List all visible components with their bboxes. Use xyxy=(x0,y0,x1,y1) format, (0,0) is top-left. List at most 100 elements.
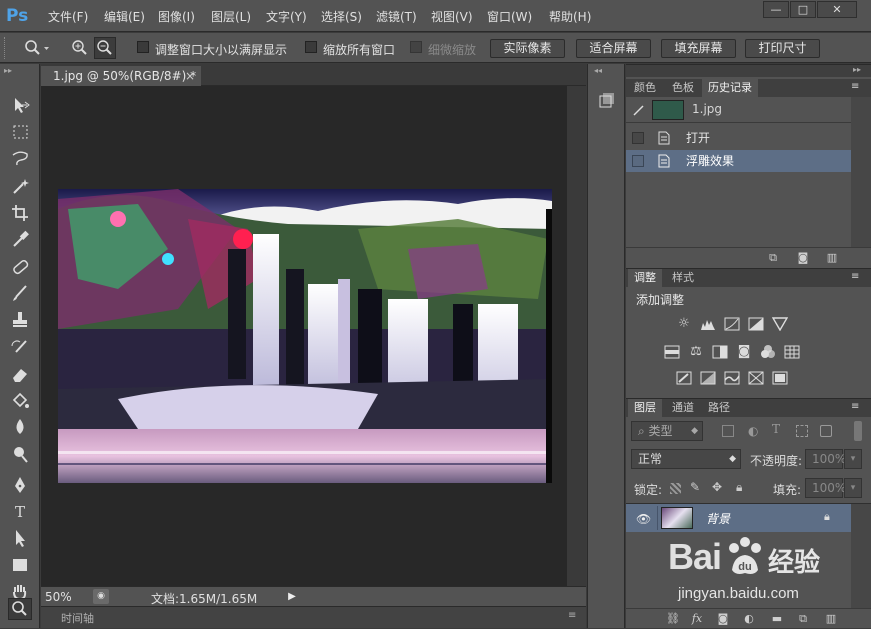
filter-smart-object-icon[interactable] xyxy=(820,425,832,437)
history-scrollbar[interactable] xyxy=(851,97,871,247)
crop-tool-icon[interactable] xyxy=(8,202,32,224)
selective-color-icon[interactable] xyxy=(772,371,788,385)
filter-type-icon[interactable]: T xyxy=(772,422,780,436)
history-item-checkbox[interactable] xyxy=(632,132,644,144)
eraser-tool-icon[interactable] xyxy=(8,363,32,385)
tab-paths[interactable]: 路径 xyxy=(702,399,736,417)
paint-bucket-tool-icon[interactable] xyxy=(8,390,32,412)
menu-type[interactable]: 文字(Y) xyxy=(266,8,307,25)
history-item-emboss[interactable]: 浮雕效果 xyxy=(626,150,851,172)
healing-brush-tool-icon[interactable] xyxy=(8,256,32,278)
layer-filter-select[interactable]: ⌕ 类型 ◆ xyxy=(631,421,703,441)
lasso-tool-icon[interactable] xyxy=(8,148,32,170)
lock-position-icon[interactable]: ✥ xyxy=(712,480,722,494)
menu-layer[interactable]: 图层(L) xyxy=(211,8,251,25)
levels-icon[interactable] xyxy=(700,317,716,331)
zoom-out-icon[interactable] xyxy=(94,37,116,59)
curves-icon[interactable] xyxy=(724,317,740,331)
menu-edit[interactable]: 编辑(E) xyxy=(104,8,145,25)
blend-mode-select[interactable]: 正常 ◆ xyxy=(631,449,741,469)
close-window-button[interactable]: ✕ xyxy=(817,1,857,18)
filter-shape-icon[interactable] xyxy=(796,425,808,437)
timeline-menu-icon[interactable]: ≡ xyxy=(568,610,576,621)
tab-color[interactable]: 颜色 xyxy=(628,79,662,97)
menu-window[interactable]: 窗口(W) xyxy=(487,8,532,25)
layer-name[interactable]: 背景 xyxy=(706,510,730,527)
fill-dropdown-icon[interactable]: ▾ xyxy=(844,478,862,498)
menu-filter[interactable]: 滤镜(T) xyxy=(376,8,417,25)
tab-history[interactable]: 历史记录 xyxy=(702,79,758,97)
opacity-dropdown-icon[interactable]: ▾ xyxy=(844,449,862,469)
status-arrow-icon[interactable]: ▶ xyxy=(285,589,299,604)
dodge-tool-icon[interactable] xyxy=(8,443,32,465)
expand-dock-icon[interactable]: ◂◂ xyxy=(594,66,602,75)
link-layers-icon[interactable]: ⛓ xyxy=(666,613,680,625)
new-document-from-state-icon[interactable]: ⧉ xyxy=(766,252,780,264)
options-grip[interactable] xyxy=(4,37,8,59)
snapshot-row[interactable]: 1.jpg xyxy=(626,97,851,123)
type-tool-icon[interactable]: T xyxy=(8,501,32,523)
magic-wand-tool-icon[interactable] xyxy=(8,175,32,197)
zoom-all-checkbox[interactable] xyxy=(305,41,317,53)
adjustments-menu-icon[interactable]: ≡ xyxy=(851,271,859,282)
tab-channels[interactable]: 通道 xyxy=(666,399,700,417)
hue-saturation-icon[interactable] xyxy=(664,345,680,359)
lock-transparent-icon[interactable] xyxy=(670,483,681,494)
timeline-label[interactable]: 时间轴 xyxy=(61,610,94,626)
minimize-button[interactable]: — xyxy=(763,1,789,18)
tab-adjustments[interactable]: 调整 xyxy=(628,269,662,287)
collapse-toolbar-icon[interactable]: ▸▸ xyxy=(4,66,12,75)
marquee-tool-icon[interactable] xyxy=(8,121,32,143)
channel-mixer-icon[interactable] xyxy=(760,345,776,359)
vibrance-icon[interactable] xyxy=(772,317,788,331)
eyedropper-tool-icon[interactable] xyxy=(8,228,32,250)
layer-style-fx-icon[interactable]: fx xyxy=(690,613,704,625)
add-mask-icon[interactable]: ◙ xyxy=(716,613,730,625)
filter-toggle[interactable] xyxy=(854,421,862,441)
lock-paint-icon[interactable]: ✎ xyxy=(690,480,700,494)
tab-swatches[interactable]: 色板 xyxy=(666,79,700,97)
document-tab[interactable]: 1.jpg @ 50%(RGB/8#) * × xyxy=(41,66,201,86)
menu-select[interactable]: 选择(S) xyxy=(321,8,362,25)
photo-filter-icon[interactable]: ◙ xyxy=(736,345,752,359)
filter-pixel-icon[interactable] xyxy=(722,425,734,437)
zoom-in-icon[interactable] xyxy=(70,38,90,58)
threshold-icon[interactable] xyxy=(724,371,740,385)
maximize-button[interactable]: □ xyxy=(790,1,816,18)
fill-screen-button[interactable]: 填充屏幕 xyxy=(661,39,736,58)
fill-input[interactable]: 100% xyxy=(805,478,846,498)
gradient-map-icon[interactable] xyxy=(748,371,764,385)
tab-layers[interactable]: 图层 xyxy=(628,399,662,417)
trash-icon[interactable]: ▥ xyxy=(825,252,839,264)
menu-help[interactable]: 帮助(H) xyxy=(549,8,591,25)
black-white-icon[interactable] xyxy=(712,345,728,359)
print-size-button[interactable]: 打印尺寸 xyxy=(745,39,820,58)
new-group-icon[interactable]: ▬ xyxy=(770,613,784,625)
invert-icon[interactable] xyxy=(676,371,692,385)
tab-styles[interactable]: 样式 xyxy=(666,269,700,287)
exposure-icon[interactable] xyxy=(748,317,764,331)
camera-icon[interactable]: ◙ xyxy=(796,252,810,264)
color-lookup-icon[interactable] xyxy=(784,345,800,359)
fit-screen-button[interactable]: 适合屏幕 xyxy=(576,39,651,58)
history-panel-icon[interactable] xyxy=(594,90,620,112)
new-adjustment-layer-icon[interactable]: ◐ xyxy=(742,613,756,625)
layer-visibility-eye-icon[interactable]: 👁︎ xyxy=(636,512,651,526)
path-selection-tool-icon[interactable] xyxy=(8,527,32,549)
zoom-tool-selected-icon[interactable] xyxy=(8,598,32,620)
history-brush-source-icon[interactable] xyxy=(632,103,646,117)
layer-row-background[interactable]: 👁︎ 背景 🔒︎ xyxy=(626,504,851,532)
status-menu-icon[interactable]: ◉ xyxy=(93,589,109,604)
move-tool-icon[interactable] xyxy=(8,94,32,116)
clone-stamp-tool-icon[interactable] xyxy=(8,309,32,331)
lock-all-icon[interactable]: 🔒︎ xyxy=(736,480,742,495)
vertical-scrollbar[interactable] xyxy=(567,86,586,586)
image-canvas[interactable] xyxy=(58,189,552,483)
delete-layer-icon[interactable]: ▥ xyxy=(824,613,838,625)
pen-tool-icon[interactable] xyxy=(8,474,32,496)
color-balance-icon[interactable]: ⚖ xyxy=(688,345,704,359)
brightness-contrast-icon[interactable]: ☼ xyxy=(676,317,692,331)
layers-menu-icon[interactable]: ≡ xyxy=(851,401,859,412)
actual-pixels-button[interactable]: 实际像素 xyxy=(490,39,565,58)
resize-windows-checkbox[interactable] xyxy=(137,41,149,53)
